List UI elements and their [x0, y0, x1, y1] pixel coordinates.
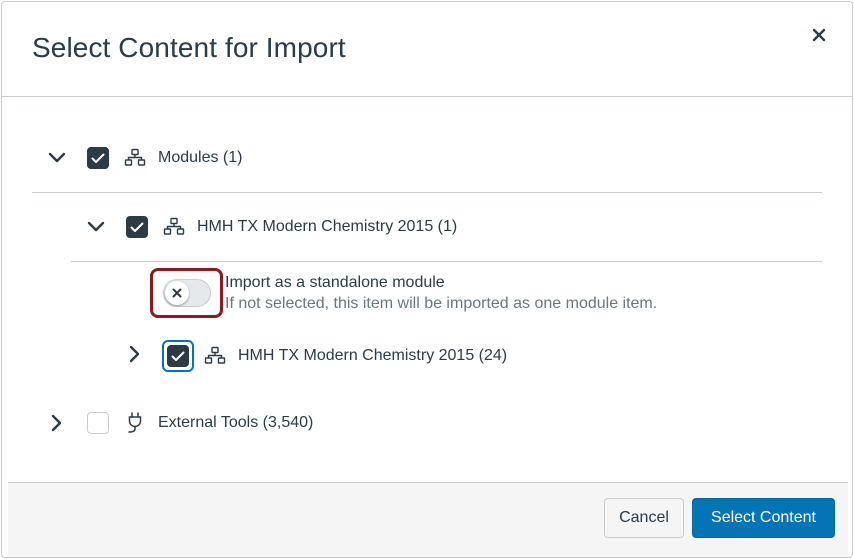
tree-item-course: HMH TX Modern Chemistry 2015 (1) [85, 216, 457, 238]
modules-icon [204, 345, 226, 367]
tree-item-sub-module [124, 343, 146, 365]
divider [71, 261, 822, 262]
toggle-title: Import as a standalone module [225, 274, 445, 291]
sub-module-checkbox[interactable] [167, 345, 189, 367]
standalone-module-toggle[interactable] [163, 279, 211, 307]
checkmark-icon [130, 222, 144, 232]
cancel-button[interactable]: Cancel [604, 498, 684, 538]
toggle-knob [165, 281, 189, 305]
modules-icon [163, 216, 185, 238]
chevron-right-icon[interactable] [46, 412, 68, 434]
tree-item-external-tools: External Tools (3,540) [46, 412, 313, 434]
x-icon [172, 288, 182, 298]
course-label: HMH TX Modern Chemistry 2015 (1) [197, 218, 458, 235]
modules-label: Modules (1) [158, 149, 243, 166]
divider [32, 192, 822, 193]
checkmark-icon [171, 351, 185, 361]
chevron-down-icon[interactable] [85, 216, 107, 238]
external-tools-checkbox[interactable] [87, 412, 109, 434]
sub-module-controls: HMH TX Modern Chemistry 2015 (24) [167, 345, 507, 367]
toggle-text: Import as a standalone module If not sel… [225, 273, 657, 315]
select-content-button[interactable]: Select Content [692, 498, 835, 538]
close-button[interactable] [808, 24, 830, 46]
modules-checkbox[interactable] [87, 147, 109, 169]
modal-title: Select Content for Import [32, 32, 346, 63]
plug-icon [124, 412, 146, 434]
modal-footer: Cancel Select Content [8, 482, 848, 557]
checkmark-icon [91, 153, 105, 163]
toggle-description: If not selected, this item will be impor… [225, 295, 658, 312]
course-checkbox[interactable] [126, 216, 148, 238]
chevron-down-icon[interactable] [46, 147, 68, 169]
chevron-right-icon[interactable] [124, 343, 146, 365]
external-tools-label: External Tools (3,540) [158, 414, 314, 431]
close-icon [812, 28, 826, 42]
modal-header: Select Content for Import [2, 2, 852, 97]
tree-item-modules: Modules (1) [46, 147, 242, 169]
sub-module-label: HMH TX Modern Chemistry 2015 (24) [238, 347, 508, 364]
modules-icon [124, 147, 146, 169]
select-content-modal: Select Content for Import Modules (1) HM… [1, 1, 853, 558]
